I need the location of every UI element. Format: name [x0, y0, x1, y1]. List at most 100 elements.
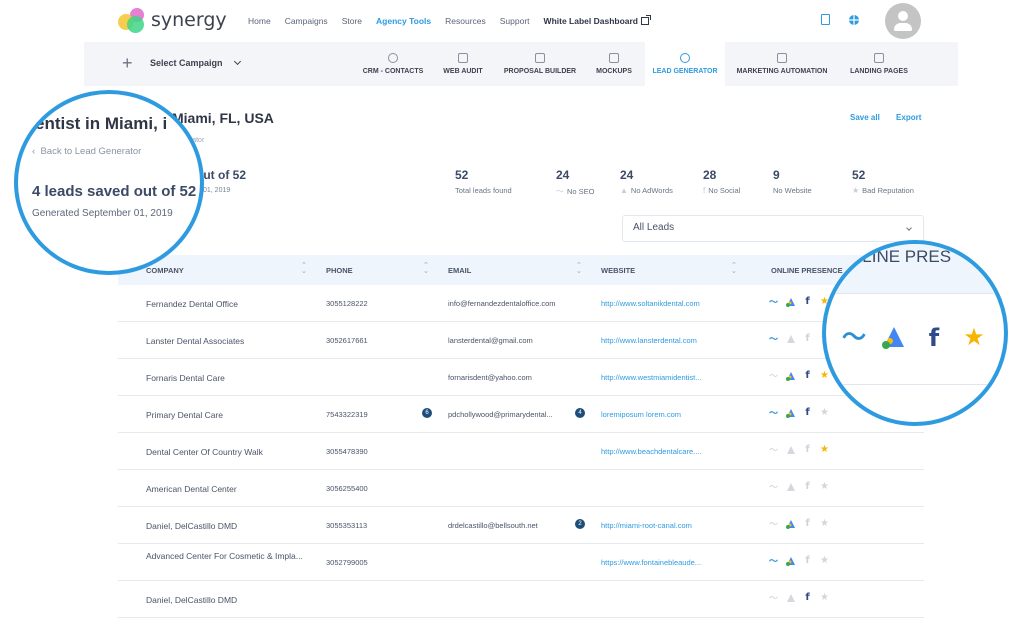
row-divider	[826, 384, 1004, 385]
facebook-icon: f	[805, 370, 810, 381]
company-name[interactable]: Fornaris Dental Care	[146, 373, 225, 383]
stat-no-seo: 24 〜 No SEO	[556, 168, 595, 197]
page-title: Miami, FL, USA	[172, 110, 274, 126]
company-name[interactable]: Daniel, DelCastillo DMD	[146, 595, 237, 605]
website-link[interactable]: http://www.beachdentalcare....	[601, 447, 701, 456]
column-company[interactable]: COMPANY	[146, 266, 184, 275]
nav-store[interactable]: Store	[342, 16, 362, 26]
stat-label: No AdWords	[630, 186, 673, 195]
facebook-icon: f	[805, 518, 810, 529]
export-button[interactable]: Export	[896, 113, 921, 122]
adwords-icon	[880, 324, 908, 352]
table-row[interactable]: Fornaris Dental Care fornarisdent@yahoo.c…	[118, 359, 924, 396]
seo-trend-icon	[769, 518, 778, 530]
adwords-icon	[786, 555, 795, 567]
column-phone[interactable]: PHONE	[326, 266, 353, 275]
email-address: pdchollywood@primarydental...	[448, 410, 553, 419]
company-name[interactable]: Advanced Center For Cosmetic & Impla...	[146, 551, 306, 562]
tab-landing-pages[interactable]: LANDING PAGES	[842, 42, 916, 86]
online-presence-icons: f★	[769, 592, 837, 604]
website-link[interactable]: http://miami-root-canal.com	[601, 521, 692, 530]
stat-label: No Website	[773, 186, 812, 195]
company-name[interactable]: Lanster Dental Associates	[146, 336, 244, 346]
users-icon	[680, 53, 690, 63]
adwords-icon	[786, 444, 795, 456]
table-row[interactable]: Advanced Center For Cosmetic & Impla... 3…	[118, 544, 924, 581]
nav-home[interactable]: Home	[248, 16, 271, 26]
white-label-label: White Label Dashboard	[543, 16, 639, 26]
email-count-badge[interactable]: 4	[575, 408, 585, 418]
brand-name[interactable]: synergy	[151, 9, 227, 31]
magnifier-online-presence: NLINE PRES 〜 f ★	[822, 240, 1008, 426]
nav-support[interactable]: Support	[500, 16, 530, 26]
website-link[interactable]: http://www.lansterdental.com	[601, 336, 697, 345]
adwords-icon	[786, 481, 795, 493]
avatar[interactable]	[885, 3, 921, 39]
sort-icon[interactable]: ⌃ ⌄	[423, 262, 429, 275]
stat-label: No Social	[708, 186, 741, 195]
tab-crm-contacts[interactable]: CRM - CONTACTS	[362, 42, 424, 86]
trend-icon: 〜	[556, 187, 564, 196]
leads-filter-select[interactable]: All Leads	[622, 215, 924, 242]
table-row[interactable]: Fernandez Dental Office 3055128222 info@fe…	[118, 285, 924, 322]
website-link[interactable]: loremiposum lorem.com	[601, 410, 681, 419]
company-name[interactable]: Dental Center Of Country Walk	[146, 447, 263, 457]
online-presence-icons: f★	[769, 444, 837, 456]
table-row[interactable]: Dental Center Of Country Walk 3055478390 h…	[118, 433, 924, 470]
nav-resources[interactable]: Resources	[445, 16, 486, 26]
globe-icon[interactable]	[849, 15, 859, 25]
tab-mockups[interactable]: MOCKUPS	[588, 42, 640, 86]
back-to-lead-generator-link[interactable]: ‹ Back to Lead Generator	[32, 146, 141, 157]
seo-trend-icon	[769, 444, 778, 456]
company-name[interactable]: Fernandez Dental Office	[146, 299, 238, 309]
stat-label: Bad Reputation	[862, 186, 914, 195]
tab-web-audit[interactable]: WEB AUDIT	[438, 42, 488, 86]
website-link[interactable]: http://www.soltanikdental.com	[601, 299, 700, 308]
add-campaign-button[interactable]: +	[122, 53, 133, 74]
column-website[interactable]: WEBSITE	[601, 266, 635, 275]
save-all-button[interactable]: Save all	[850, 113, 880, 122]
sort-icon[interactable]: ⌃ ⌄	[731, 262, 737, 275]
magnifier-summary: entist in Miami, i ‹ Back to Lead Genera…	[14, 90, 204, 275]
stat-label: No SEO	[567, 187, 595, 196]
facebook-icon: f	[805, 555, 810, 566]
nav-white-label-dashboard[interactable]: White Label Dashboard	[543, 15, 652, 26]
table-row[interactable]: Daniel, DelCastillo DMD f★	[118, 581, 924, 618]
online-presence-icons: f★	[769, 518, 837, 530]
page-actions: Save all Export	[850, 113, 935, 122]
phone-count-badge[interactable]: 6	[422, 408, 432, 418]
select-campaign-dropdown[interactable]: Select Campaign	[150, 57, 241, 68]
company-name[interactable]: Daniel, DelCastillo DMD	[146, 521, 237, 531]
column-email[interactable]: EMAIL	[448, 266, 471, 275]
online-presence-icons: f★	[769, 555, 837, 567]
stat-label: Total leads found	[455, 186, 512, 195]
nav-campaigns[interactable]: Campaigns	[285, 16, 328, 26]
adwords-icon	[786, 592, 795, 604]
tab-marketing-automation[interactable]: MARKETING AUTOMATION	[730, 42, 834, 86]
mail-gear-icon	[777, 53, 787, 63]
company-name[interactable]: Primary Dental Care	[146, 410, 223, 420]
table-row[interactable]: Daniel, DelCastillo DMD 3055353113 drdelca…	[118, 507, 924, 544]
document-icon[interactable]	[821, 14, 830, 25]
table-row[interactable]: American Dental Center3056255400f★	[118, 470, 924, 507]
nav-agency-tools[interactable]: Agency Tools	[376, 16, 431, 26]
website-link[interactable]: https://www.fontainebleaude...	[601, 558, 701, 567]
table-row[interactable]: Primary Dental Care 7543322319 6 pdchollywo…	[118, 396, 924, 433]
email-count-badge[interactable]: 2	[575, 519, 585, 529]
website-link[interactable]: http://www.westmiamidentist...	[601, 373, 701, 382]
sort-icon[interactable]: ⌃ ⌄	[301, 262, 307, 275]
page-icon	[874, 53, 884, 63]
email-address: lansterdental@gmail.com	[448, 336, 533, 345]
adwords-icon	[786, 407, 795, 419]
company-name[interactable]: American Dental Center	[146, 484, 237, 494]
synergy-logo-icon[interactable]	[118, 8, 148, 34]
tab-lead-generator[interactable]: LEAD GENERATOR	[645, 42, 725, 86]
sort-icon[interactable]: ⌃ ⌄	[576, 262, 582, 275]
star-icon: ★	[820, 370, 829, 381]
star-icon: ★	[820, 518, 829, 529]
proposal-icon	[535, 53, 545, 63]
table-row[interactable]: Lanster Dental Associates 3052617661 lanst…	[118, 322, 924, 359]
tab-proposal-builder[interactable]: PROPOSAL BUILDER	[502, 42, 578, 86]
stat-no-social: 28 f No Social	[703, 168, 740, 195]
seo-trend-icon	[769, 481, 778, 493]
